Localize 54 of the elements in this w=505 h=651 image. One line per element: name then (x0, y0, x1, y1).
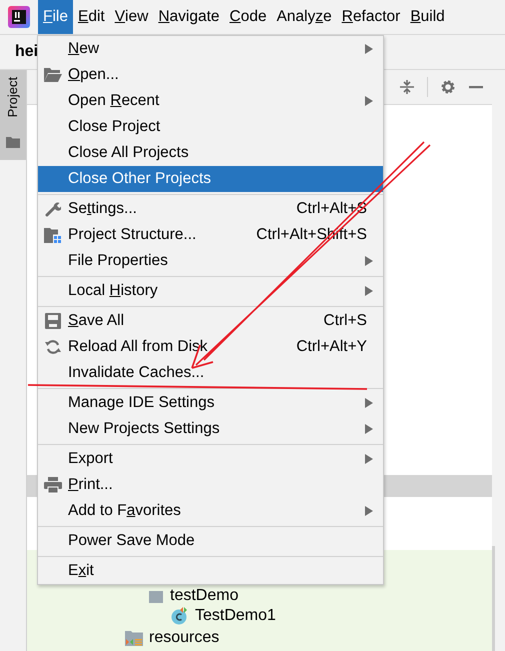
menu-item[interactable]: Exit (38, 558, 383, 584)
submenu-arrow-icon (365, 286, 373, 296)
submenu-arrow-icon (365, 96, 373, 106)
menu-item[interactable]: Invalidate Caches... (38, 360, 383, 386)
menu-item[interactable]: Open... (38, 62, 383, 88)
menu-bar-item[interactable]: Analyze (272, 0, 337, 34)
menu-bar-item[interactable]: File (38, 0, 73, 34)
folder-icon (6, 136, 20, 148)
submenu-arrow-icon (365, 256, 373, 266)
menu-item[interactable]: Open Recent (38, 88, 383, 114)
menu-item[interactable]: Save All Ctrl+S (38, 308, 383, 334)
menu-item[interactable]: Close All Projects (38, 140, 383, 166)
submenu-arrow-icon (365, 424, 373, 434)
menu-item[interactable]: Add to Favorites (38, 498, 383, 524)
menu-item[interactable]: File Properties (38, 248, 383, 274)
tree-item[interactable]: resources (27, 627, 492, 649)
app-logo-icon[interactable] (8, 6, 30, 28)
submenu-arrow-icon (365, 454, 373, 464)
class-icon (171, 607, 189, 625)
project-structure-icon (44, 227, 62, 243)
menu-item[interactable]: Manage IDE Settings (38, 390, 383, 416)
menu-item[interactable]: New Projects Settings (38, 416, 383, 442)
folder-icon (44, 68, 62, 82)
submenu-arrow-icon (365, 44, 373, 54)
resources-folder-icon (125, 630, 143, 646)
submenu-arrow-icon (365, 398, 373, 408)
shortcut-label: Ctrl+Alt+Y (296, 338, 367, 356)
tree-item[interactable]: TestDemo1 (27, 605, 492, 627)
project-tool-tab[interactable]: Project (0, 70, 26, 160)
menu-bar-item[interactable]: Edit (72, 0, 110, 34)
package-icon (148, 589, 164, 605)
menu-item[interactable]: Print... (38, 472, 383, 498)
shortcut-label: Ctrl+S (324, 312, 367, 330)
collapse-all-icon[interactable] (399, 79, 415, 95)
menu-item[interactable]: Close Other Projects (38, 166, 383, 192)
save-icon (45, 313, 61, 329)
menu-item[interactable]: Local History (38, 278, 383, 304)
wrench-icon (45, 201, 61, 217)
settings-icon[interactable] (440, 79, 456, 95)
menu-item[interactable]: New (38, 36, 383, 62)
menu-bar-item[interactable]: Refactor (336, 0, 406, 34)
project-name[interactable]: hei (15, 43, 38, 61)
tree-item[interactable]: testDemo (27, 581, 492, 605)
submenu-arrow-icon (365, 506, 373, 516)
reload-icon (45, 339, 61, 355)
menu-item[interactable]: Close Project (38, 114, 383, 140)
menu-item[interactable]: Export (38, 446, 383, 472)
printer-icon (44, 477, 62, 493)
menu-bar-item[interactable]: Code (224, 0, 272, 34)
menu-bar-item[interactable]: Build (405, 0, 450, 34)
menu-item[interactable]: Power Save Mode (38, 528, 383, 554)
menu-bar-item[interactable]: View (110, 0, 154, 34)
menu-bar-item[interactable]: Navigate (153, 0, 224, 34)
menu-item[interactable]: Reload All from Disk Ctrl+Alt+Y (38, 334, 383, 360)
